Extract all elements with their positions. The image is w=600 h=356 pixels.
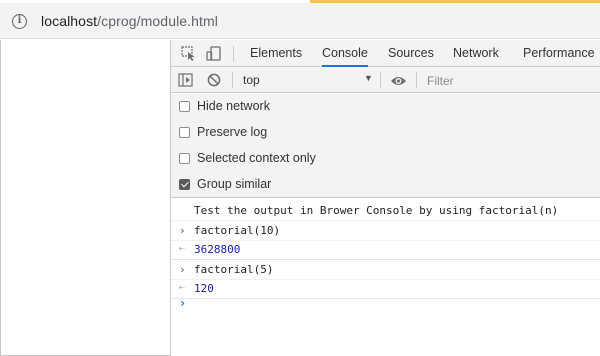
tab-console[interactable]: Console <box>322 40 368 67</box>
group-similar-checkbox[interactable] <box>179 179 190 190</box>
tab-performance[interactable]: Performance <box>523 40 595 67</box>
result-value: 120 <box>194 282 214 295</box>
context-selector[interactable]: top <box>243 73 260 87</box>
option-label: Preserve log <box>197 125 268 139</box>
console-result-row: ⇠ 3628800 <box>171 240 600 260</box>
url-host: localhost <box>41 13 98 29</box>
toolbar-divider <box>232 72 233 88</box>
input-chevron-icon: › <box>179 224 186 237</box>
option-label: Hide network <box>197 99 270 113</box>
toolbar-divider <box>416 72 417 88</box>
option-label: Group similar <box>197 177 272 191</box>
dropdown-arrow-icon[interactable]: ▼ <box>364 73 373 83</box>
log-text: Test the output in Brower Console by usi… <box>194 204 559 217</box>
hide-network-checkbox[interactable] <box>179 101 190 112</box>
inspect-element-icon[interactable] <box>181 46 197 61</box>
toolbar-divider <box>380 72 381 88</box>
console-prompt-chevron-icon[interactable]: › <box>179 296 186 310</box>
filter-input[interactable] <box>427 72 577 89</box>
tab-elements[interactable]: Elements <box>250 40 302 67</box>
clear-console-icon[interactable] <box>207 73 223 88</box>
toolbar-divider <box>233 46 234 62</box>
info-icon[interactable]: i <box>12 14 27 29</box>
result-arrow-icon: ⇠ <box>179 282 186 293</box>
result-value: 3628800 <box>194 243 241 256</box>
console-messages: Test the output in Brower Console by usi… <box>171 199 600 356</box>
page-viewport <box>0 40 170 356</box>
console-result-row: ⇠ 120 <box>171 279 600 299</box>
console-input-row: › factorial(10) <box>171 221 600 241</box>
devtools-panel: Elements Console Sources Network Perform… <box>170 40 600 356</box>
show-sidebar-icon[interactable] <box>178 73 194 88</box>
url-path: /cprog/module.html <box>97 13 219 29</box>
live-expression-eye-icon[interactable] <box>390 74 406 89</box>
address-bar[interactable]: i localhost/cprog/module.html <box>0 3 600 39</box>
tab-network[interactable]: Network <box>453 40 499 67</box>
console-input-row: › factorial(5) <box>171 260 600 280</box>
selected-context-checkbox[interactable] <box>179 153 190 164</box>
input-chevron-icon: › <box>179 263 186 276</box>
url-text[interactable]: localhost/cprog/module.html <box>41 13 218 29</box>
console-settings-pane: Hide network Preserve log Selected conte… <box>171 94 600 198</box>
console-toolbar: top ▼ <box>171 67 600 93</box>
input-text: factorial(10) <box>194 224 281 237</box>
preserve-log-checkbox[interactable] <box>179 127 190 138</box>
console-log-message: Test the output in Brower Console by usi… <box>171 201 600 221</box>
device-toolbar-icon[interactable] <box>206 46 222 61</box>
option-label: Selected context only <box>197 151 316 165</box>
result-arrow-icon: ⇠ <box>179 243 186 254</box>
input-text: factorial(5) <box>194 263 274 276</box>
devtools-tabbar: Elements Console Sources Network Perform… <box>171 40 600 67</box>
tab-sources[interactable]: Sources <box>388 40 434 67</box>
